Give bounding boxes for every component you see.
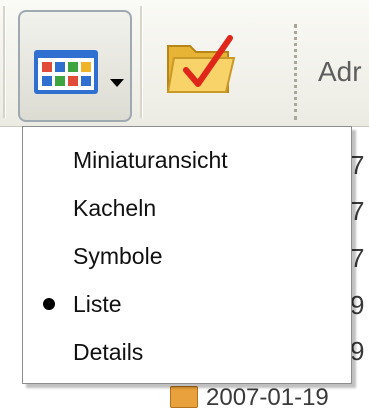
toolbar-separator — [140, 6, 143, 118]
menu-item-miniaturansicht[interactable]: Miniaturansicht — [23, 137, 351, 183]
folder-check-icon[interactable] — [164, 32, 238, 103]
menu-item-label: Liste — [73, 291, 122, 317]
menu-item-liste[interactable]: Liste — [23, 281, 351, 327]
list-item: 9 — [350, 336, 365, 366]
toolbar-grip — [294, 24, 297, 120]
list-item: 7 — [350, 243, 365, 273]
list-item: 7 — [350, 196, 365, 226]
views-menu: Miniaturansicht Kacheln Symbole Liste De… — [22, 126, 352, 384]
menu-item-label: Symbole — [73, 243, 163, 269]
address-label: Adr — [318, 56, 362, 87]
menu-item-label: Miniaturansicht — [73, 147, 228, 173]
chevron-down-icon[interactable] — [110, 74, 124, 92]
views-button[interactable] — [18, 10, 132, 122]
toolbar-separator — [3, 6, 6, 118]
radio-selected-icon — [43, 298, 55, 310]
menu-item-label: Kacheln — [73, 195, 157, 221]
menu-item-label: Details — [73, 339, 144, 365]
menu-item-details[interactable]: Details — [23, 329, 351, 375]
file-icon — [170, 386, 198, 408]
view-grid-icon — [34, 50, 98, 99]
menu-item-kacheln[interactable]: Kacheln — [23, 185, 351, 231]
list-item: 7 — [350, 150, 365, 180]
toolbar: Adr — [0, 0, 369, 127]
list-item: 9 — [350, 290, 365, 320]
menu-item-symbole[interactable]: Symbole — [23, 233, 351, 279]
list-item: 2007-01-19 — [206, 384, 329, 411]
